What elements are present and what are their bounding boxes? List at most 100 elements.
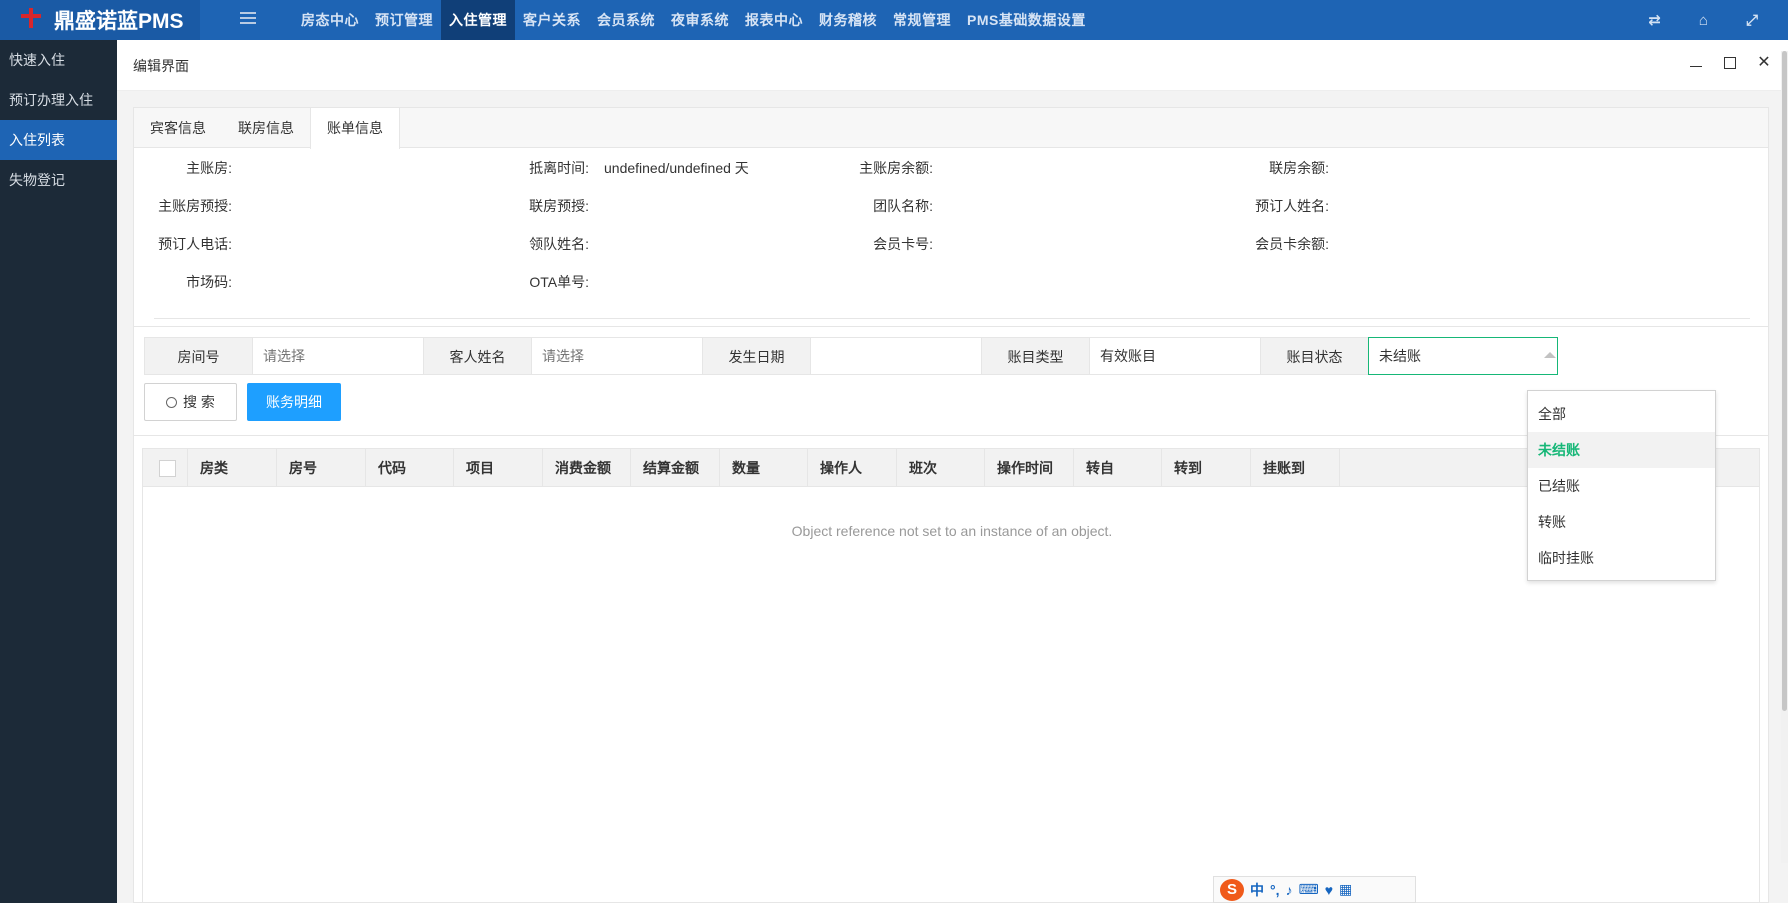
col-quantity[interactable]: 数量 [720,449,808,487]
guest-name-filter: 客人姓名 请选择 [423,337,721,375]
account-status-select[interactable]: 未结账 [1368,337,1558,375]
main-nav: 房态中心 预订管理 入住管理 客户关系 会员系统 夜审系统 报表中心 财务稽核 … [293,0,1094,40]
sidebar: 快速入住 预订办理入住 入住列表 失物登记 [0,40,117,903]
microphone-icon[interactable]: ♪ [1286,882,1293,898]
nav-item-crm[interactable]: 客户关系 [515,0,589,40]
maximize-icon[interactable] [1722,55,1738,73]
menu-toggle-icon[interactable] [240,12,256,26]
ime-logo-icon[interactable]: S [1220,878,1244,901]
linked-preauth-label: 联房预授: [529,198,589,214]
tab-bill-info[interactable]: 账单信息 [310,108,400,149]
punctuation-icon[interactable]: °, [1270,882,1280,898]
col-item[interactable]: 项目 [454,449,543,487]
main-balance-label: 主账房余额: [859,160,933,176]
sidebar-item-reservation-checkin[interactable]: 预订办理入住 [0,80,117,120]
vertical-scrollbar[interactable] [1781,51,1788,863]
status-option-unsettled[interactable]: 未结账 [1528,432,1715,468]
main-preauth-label: 主账房预授: [158,198,232,214]
col-operate-time[interactable]: 操作时间 [985,449,1074,487]
table-header: 房类 房号 代码 项目 消费金额 结算金额 数量 操作人 班次 操作时间 转自 … [143,449,1759,487]
member-card-label: 会员卡号: [873,236,933,252]
modal-header: 编辑界面 ✕ [117,40,1788,91]
col-shift[interactable]: 班次 [897,449,985,487]
logo-icon [18,6,44,34]
nav-item-night-audit[interactable]: 夜审系统 [663,0,737,40]
col-transfer-from[interactable]: 转自 [1074,449,1162,487]
select-all-checkbox[interactable] [159,460,176,477]
nav-item-reports[interactable]: 报表中心 [737,0,811,40]
team-name-label: 团队名称: [873,198,933,214]
guest-name-select[interactable]: 请选择 [531,337,721,375]
col-room-no[interactable]: 房号 [277,449,366,487]
depart-time-label: 抵离时间: [529,160,589,176]
home-icon[interactable]: ⌂ [1699,12,1708,29]
main-room-label: 主账房: [186,160,232,176]
member-balance-label: 会员卡余额: [1255,236,1329,252]
col-room-type[interactable]: 房类 [188,449,277,487]
search-button-label: 搜 索 [183,394,215,410]
fullscreen-icon[interactable]: ⤢ [1746,12,1758,29]
search-button[interactable]: 搜 索 [144,383,237,421]
col-transfer-to[interactable]: 转到 [1162,449,1251,487]
status-option-all[interactable]: 全部 [1528,396,1715,432]
booker-phone-label: 预订人电话: [158,236,232,252]
col-operator[interactable]: 操作人 [808,449,897,487]
col-consume-amount[interactable]: 消费金额 [543,449,631,487]
ime-toolbar: S 中 °, ♪ ⌨ ♥ ▦ [1213,876,1416,903]
guest-name-label: 客人姓名 [423,337,531,375]
leader-name-label: 领队姓名: [529,236,589,252]
date-filter: 发生日期 [702,337,1000,375]
status-option-settled[interactable]: 已结账 [1528,468,1715,504]
select-all-cell [143,449,188,487]
sidebar-item-checkin-list[interactable]: 入住列表 [0,120,117,160]
col-settle-amount[interactable]: 结算金额 [631,449,720,487]
chevron-up-icon [1544,352,1556,358]
nav-item-membership[interactable]: 会员系统 [589,0,663,40]
info-divider [154,318,1750,319]
account-detail-button[interactable]: 账务明细 [247,383,341,421]
tab-guest-info[interactable]: 宾客信息 [134,108,222,148]
nav-item-finance[interactable]: 财务稽核 [811,0,885,40]
close-icon[interactable]: ✕ [1756,55,1772,73]
top-bar: 鼎盛诺蓝PMS 房态中心 预订管理 入住管理 客户关系 会员系统 夜审系统 报表… [0,0,1788,40]
search-icon [166,397,178,408]
account-status-dropdown: 全部 未结账 已结账 转账 临时挂账 [1527,390,1716,581]
date-input[interactable] [810,337,1000,375]
nav-item-checkin[interactable]: 入住管理 [441,0,515,40]
ime-mode-label[interactable]: 中 [1250,880,1264,900]
depart-time-value: undefined/undefined 天 [604,160,749,176]
nav-item-reservation[interactable]: 预订管理 [367,0,441,40]
account-status-label: 账目状态 [1260,337,1368,375]
keyboard-icon[interactable]: ⌨ [1299,881,1319,898]
ota-no-label: OTA单号: [529,274,589,290]
sidebar-item-lost-found[interactable]: 失物登记 [0,160,117,200]
sidebar-item-quick-checkin[interactable]: 快速入住 [0,40,117,80]
skin-icon[interactable]: ♥ [1325,882,1333,898]
tab-panel: 宾客信息 联房信息 账单信息 主账房: 抵离时间: undefined/undef… [133,107,1769,903]
minimize-icon[interactable] [1688,55,1704,73]
col-charge-to[interactable]: 挂账到 [1251,449,1340,487]
room-no-label: 房间号 [144,337,252,375]
nav-item-general[interactable]: 常规管理 [885,0,959,40]
tab-bar: 宾客信息 联房信息 账单信息 [134,108,1768,149]
room-no-select[interactable]: 请选择 [252,337,442,375]
scrollbar-thumb[interactable] [1782,51,1787,711]
date-label: 发生日期 [702,337,810,375]
tab-linked-rooms[interactable]: 联房信息 [222,108,310,148]
account-type-select[interactable]: 有效账目 [1089,337,1279,375]
linked-balance-label: 联房余额: [1269,160,1329,176]
nav-item-room-status[interactable]: 房态中心 [293,0,367,40]
toolbox-icon[interactable]: ▦ [1339,881,1352,898]
col-code[interactable]: 代码 [366,449,454,487]
app-logo: 鼎盛诺蓝PMS [0,0,200,40]
status-option-temp-charge[interactable]: 临时挂账 [1528,540,1715,576]
account-type-label: 账目类型 [981,337,1089,375]
window-controls: ✕ [1688,55,1772,73]
nav-item-pms-settings[interactable]: PMS基础数据设置 [959,0,1094,40]
top-icons: ⇄ ⌂ ⤢ [1648,0,1758,40]
swap-icon[interactable]: ⇄ [1648,11,1661,29]
filter-bar: 房间号 请选择 客人姓名 请选择 发生日期 账目类型 有效账目 账目状态 未结账… [134,326,1768,436]
market-code-label: 市场码: [186,274,232,290]
room-no-filter: 房间号 请选择 [144,337,442,375]
status-option-transfer[interactable]: 转账 [1528,504,1715,540]
